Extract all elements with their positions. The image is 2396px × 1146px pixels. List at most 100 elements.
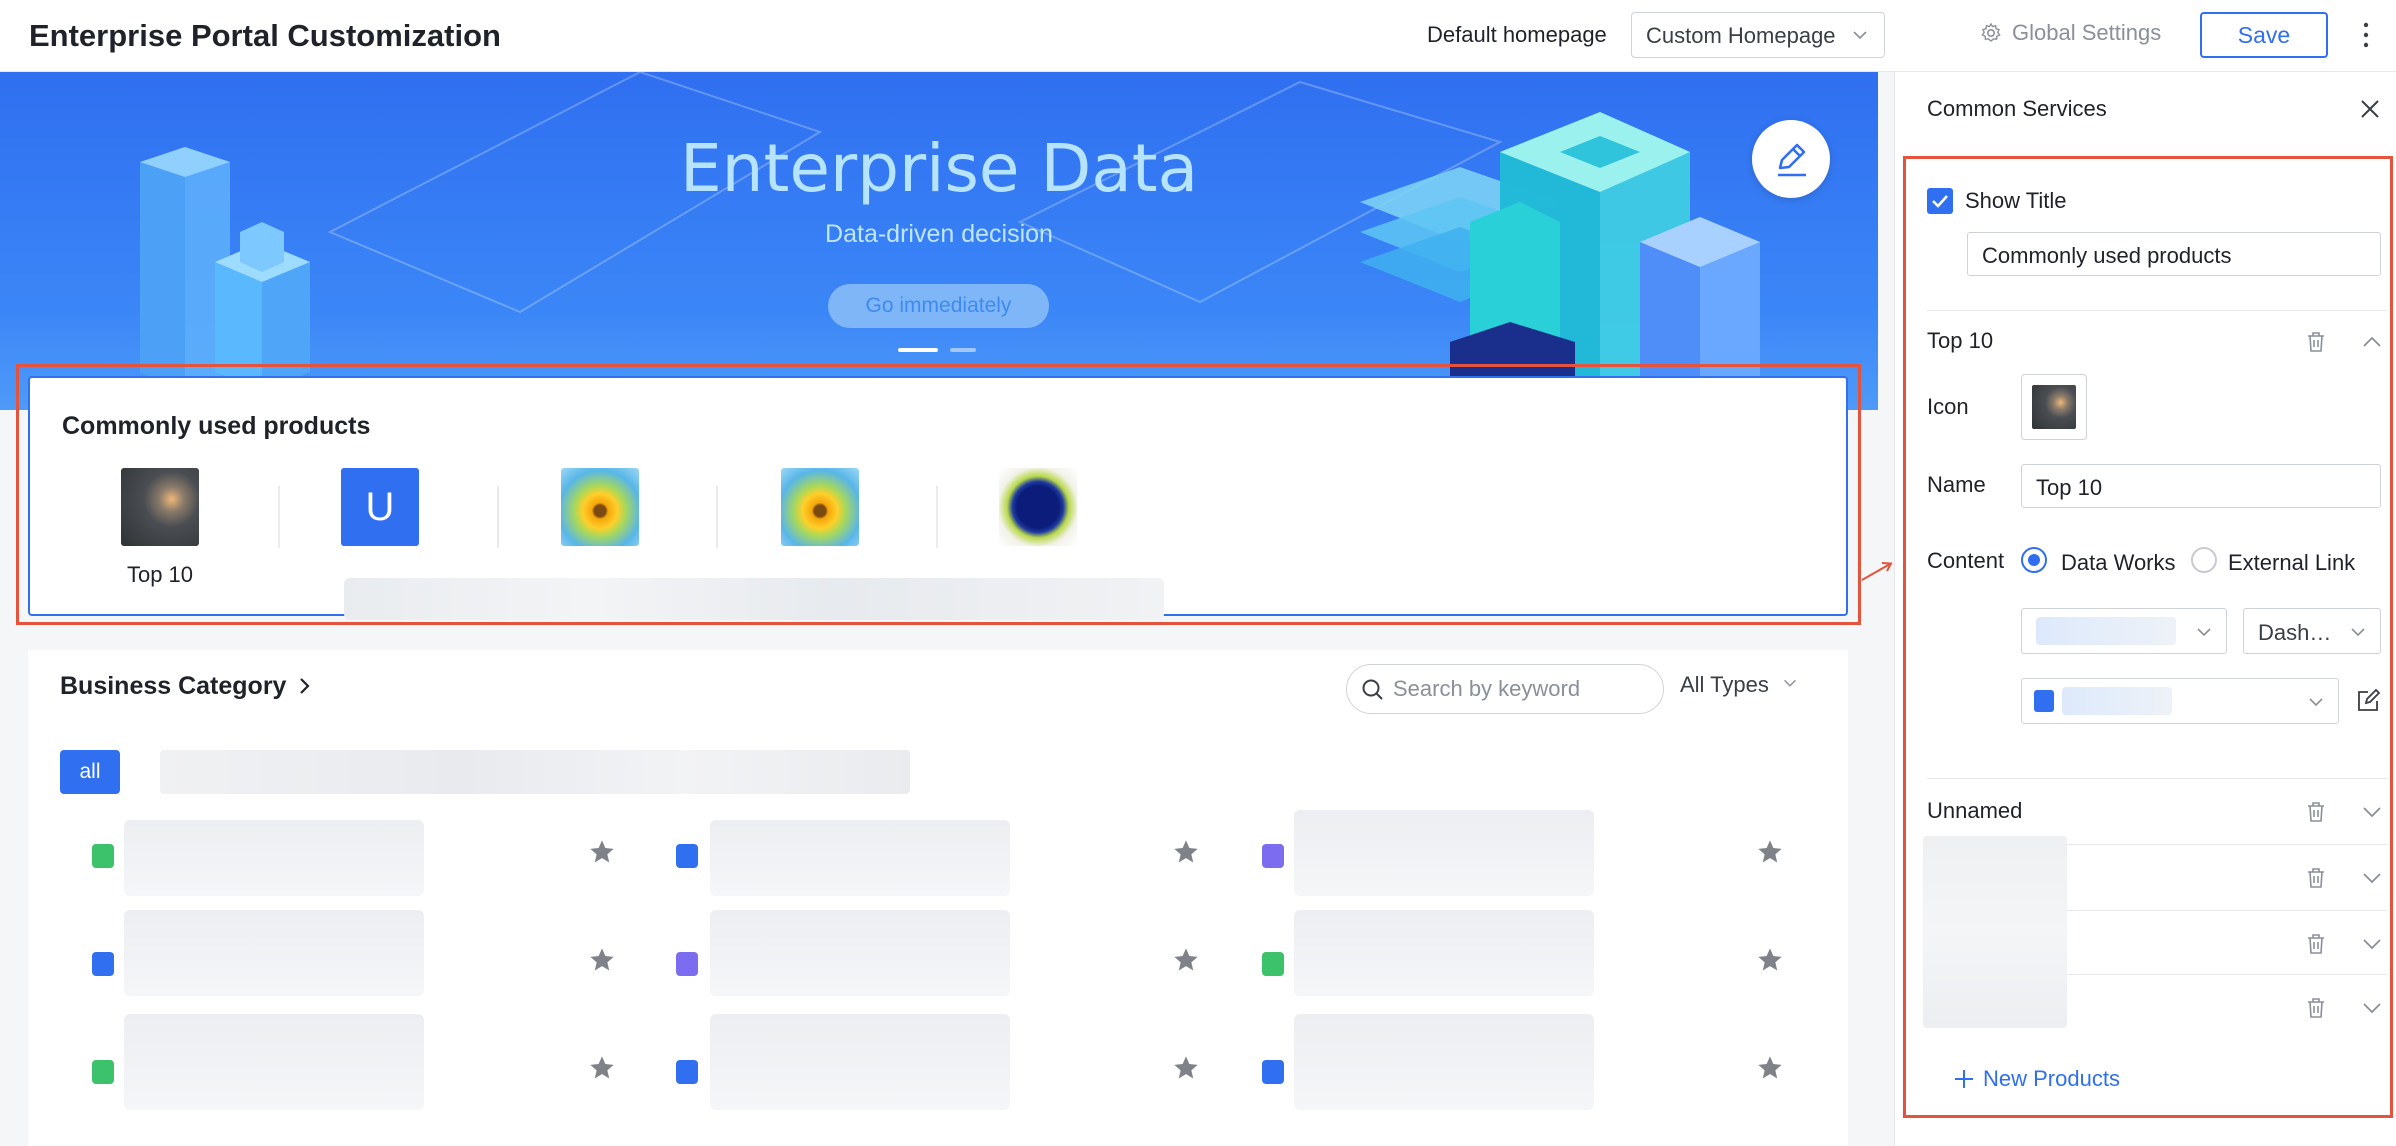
product-item[interactable] — [750, 468, 890, 588]
carousel-dot-active[interactable] — [898, 348, 938, 352]
default-homepage-select[interactable]: Custom Homepage — [1631, 12, 1885, 58]
pencil-icon — [1778, 143, 1806, 177]
blurred-item[interactable] — [124, 910, 424, 996]
blurred-item[interactable] — [124, 1014, 424, 1110]
chevron-up-icon[interactable] — [2361, 332, 2383, 352]
new-products-button[interactable]: New Products — [1953, 1066, 2120, 1092]
chevron-down-icon — [1853, 31, 1867, 40]
type-select-value: Dash… — [2258, 620, 2332, 645]
trash-icon[interactable] — [2305, 996, 2327, 1020]
commonly-used-products-card[interactable]: Commonly used products Top 10 U — [28, 376, 1848, 620]
divider — [497, 486, 499, 548]
blurred-item[interactable] — [710, 1014, 1010, 1110]
sunflower-thumbnail — [561, 468, 639, 546]
blurred-item[interactable] — [124, 820, 424, 896]
content-label: Content — [1927, 548, 2005, 573]
letter-u-tile: U — [341, 468, 419, 546]
trash-icon[interactable] — [2305, 800, 2327, 824]
radio-label: Data Works — [2061, 550, 2176, 575]
bar-chart-icon — [2034, 690, 2054, 712]
chevron-down-icon[interactable] — [2361, 868, 2383, 888]
search-placeholder: Search by keyword — [1393, 676, 1581, 701]
all-types-select[interactable]: All Types — [1680, 672, 1799, 698]
star-icon[interactable] — [588, 838, 616, 866]
search-icon — [1362, 679, 1383, 700]
product-item[interactable]: U — [310, 468, 450, 588]
line-chart-icon — [1262, 844, 1284, 868]
bar-chart-icon — [92, 952, 114, 976]
star-icon[interactable] — [1756, 838, 1784, 866]
all-types-label: All Types — [1680, 672, 1769, 697]
carousel-dot[interactable] — [950, 348, 976, 352]
save-button[interactable]: Save — [2200, 12, 2328, 58]
checkmark-icon — [1932, 195, 1948, 208]
radio-external-link[interactable] — [2191, 547, 2217, 573]
default-homepage-value: Custom Homepage — [1646, 23, 1836, 48]
blurred-item[interactable] — [1294, 910, 1594, 996]
star-icon[interactable] — [1756, 946, 1784, 974]
product-letter: U — [365, 485, 395, 529]
title-input[interactable]: Commonly used products — [1967, 232, 2381, 276]
chevron-down-icon[interactable] — [2361, 934, 2383, 954]
section-name[interactable]: Top 10 — [1927, 328, 1993, 354]
trash-icon[interactable] — [2305, 866, 2327, 890]
trash-icon[interactable] — [2305, 330, 2327, 354]
line-chart-icon — [676, 952, 698, 976]
business-category-title[interactable]: Business Category — [60, 672, 313, 701]
blurred-item[interactable] — [1294, 1014, 1594, 1110]
trash-icon[interactable] — [2305, 932, 2327, 956]
show-title-label: Show Title — [1965, 188, 2067, 213]
section-name[interactable]: Unnamed — [1927, 798, 2022, 824]
chevron-down-icon — [2309, 698, 2323, 707]
blurred-item[interactable] — [710, 910, 1010, 996]
product-item[interactable] — [530, 468, 670, 588]
chevron-right-icon — [300, 678, 310, 694]
banner-title: Enterprise Data — [679, 130, 1199, 207]
chevron-down-icon[interactable] — [2361, 998, 2383, 1018]
product-item[interactable]: Top 10 — [90, 468, 230, 588]
dashboard-select[interactable] — [2021, 678, 2339, 724]
star-icon[interactable] — [1172, 838, 1200, 866]
name-input[interactable]: Top 10 — [2021, 464, 2381, 508]
portal-preview: Enterprise Data Data-driven decision Go … — [0, 72, 1878, 1146]
spreadsheet-icon — [1262, 952, 1284, 976]
carousel-indicator[interactable] — [898, 348, 976, 352]
edit-banner-button[interactable] — [1752, 120, 1830, 198]
icon-picker[interactable] — [2021, 374, 2087, 440]
close-icon[interactable] — [2359, 98, 2381, 120]
search-input[interactable]: Search by keyword — [1346, 664, 1664, 714]
show-title-checkbox[interactable] — [1927, 188, 1953, 214]
product-item[interactable] — [968, 468, 1108, 588]
panel-title: Common Services — [1927, 96, 2107, 121]
star-icon[interactable] — [1172, 946, 1200, 974]
more-vertical-icon[interactable] — [2360, 20, 2372, 50]
star-icon[interactable] — [588, 1054, 616, 1082]
blue-circle-thumbnail — [999, 468, 1077, 546]
chevron-down-icon[interactable] — [2361, 802, 2383, 822]
divider — [1927, 778, 2387, 779]
default-homepage-label: Default homepage — [1427, 22, 1607, 47]
type-select[interactable]: Dash… — [2243, 608, 2381, 654]
global-settings-button[interactable]: Global Settings — [1980, 20, 2161, 46]
divider — [716, 486, 718, 548]
divider — [1927, 310, 2387, 311]
page-title: Enterprise Portal Customization — [29, 18, 501, 53]
chevron-down-icon — [2351, 628, 2365, 637]
dark-landscape-thumbnail — [121, 468, 199, 546]
global-settings-label: Global Settings — [2012, 20, 2162, 45]
workspace-select[interactable] — [2021, 608, 2227, 654]
go-immediately-button[interactable]: Go immediately — [828, 284, 1049, 328]
star-icon[interactable] — [588, 946, 616, 974]
star-icon[interactable] — [1172, 1054, 1200, 1082]
new-products-label: New Products — [1983, 1066, 2120, 1091]
star-icon[interactable] — [1756, 1054, 1784, 1082]
blurred-item[interactable] — [710, 820, 1010, 896]
bar-chart-icon — [1262, 1060, 1284, 1084]
category-tag-all[interactable]: all — [60, 750, 120, 794]
banner-subtitle: Data-driven decision — [825, 220, 1053, 248]
radio-data-works[interactable] — [2021, 547, 2047, 573]
edit-icon[interactable] — [2355, 688, 2381, 714]
blurred-item[interactable] — [1294, 810, 1594, 896]
radio-label: External Link — [2228, 550, 2356, 575]
products-card-title: Commonly used products — [62, 412, 371, 440]
